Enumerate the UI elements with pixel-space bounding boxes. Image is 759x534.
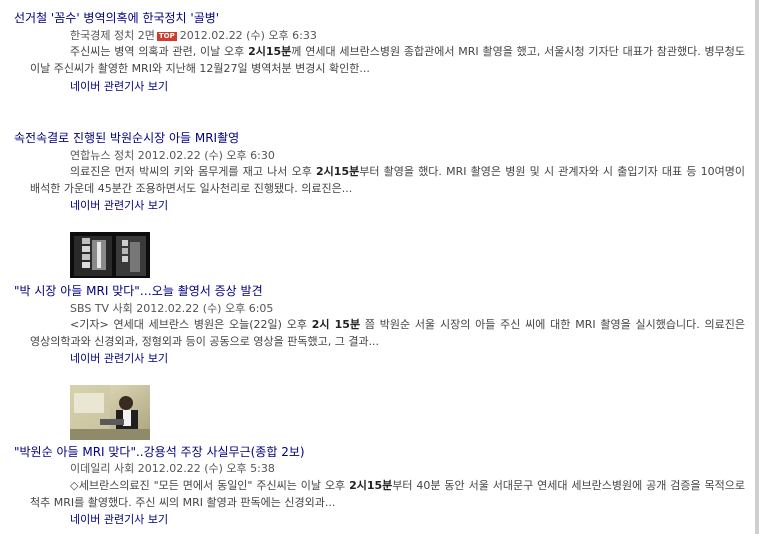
article-snippet: ◇세브란스의료진 "모든 면에서 동일인" 주신씨는 이날 오후 2시15분부터…	[30, 477, 745, 511]
article-snippet: 의료진은 먼저 박씨의 키와 몸무게를 재고 나서 오후 2시15분부터 촬영을…	[30, 163, 745, 197]
article-source: 한국경제 정치 2면	[70, 29, 155, 42]
press-conference-thumbnail-image[interactable]	[70, 385, 150, 440]
mri-thumbnail-image[interactable]	[70, 232, 150, 278]
article-meta: 한국경제 정치 2면 TOP 2012.02.22 (수) 오후 6:33	[70, 29, 317, 43]
article-title-link[interactable]: 속전속결로 진행된 박원순시장 아들 MRI촬영	[14, 130, 239, 146]
snippet-highlight: 2시15분	[248, 45, 292, 58]
article-meta: 연합뉴스 정치 2012.02.22 (수) 오후 6:30	[70, 149, 275, 163]
article-source: 이데일리 사회	[70, 462, 135, 475]
mri-scan-icon	[70, 232, 150, 278]
article-date: 2012.02.22 (수) 오후 6:05	[136, 302, 274, 315]
snippet-text: 의료진은 먼저 박씨의 키와 몸무게를 재고 나서 오후	[70, 165, 317, 178]
article-meta: 이데일리 사회 2012.02.22 (수) 오후 5:38	[70, 462, 275, 476]
article-meta: SBS TV 사회 2012.02.22 (수) 오후 6:05	[70, 302, 273, 316]
top-badge-icon: TOP	[156, 32, 177, 41]
snippet-text: ◇세브란스의료진 "모든 면에서 동일인" 주신씨는 이날 오후	[70, 479, 350, 492]
related-articles-link[interactable]: 네이버 관련기사 보기	[70, 199, 168, 213]
snippet-text: 주신씨는 병역 의혹과 관련, 이날 오후	[70, 45, 249, 58]
article-date: 2012.02.22 (수) 오후 6:33	[179, 29, 317, 42]
article-title-link[interactable]: "박원순 아들 MRI 맞다"..강용석 주장 사실무근(종합 2보)	[14, 444, 305, 460]
snippet-highlight: 2시15분	[316, 165, 360, 178]
right-frame-border	[755, 0, 759, 534]
related-articles-link[interactable]: 네이버 관련기사 보기	[70, 352, 168, 366]
article-date: 2012.02.22 (수) 오후 6:30	[137, 149, 275, 162]
article-source: 연합뉴스 정치	[70, 149, 135, 162]
snippet-highlight: 2시 15분	[311, 318, 361, 331]
article-source: SBS TV 사회	[70, 302, 133, 315]
person-speaking-icon	[70, 385, 150, 440]
article-title-link[interactable]: 선거철 '꼼수' 병역의혹에 한국정치 '골병'	[14, 10, 219, 26]
snippet-highlight: 2시15분	[349, 479, 393, 492]
article-snippet: <기자> 연세대 세브란스 병원은 오늘(22일) 오후 2시 15분 쯤 박원…	[30, 316, 745, 350]
related-articles-link[interactable]: 네이버 관련기사 보기	[70, 80, 168, 94]
article-date: 2012.02.22 (수) 오후 5:38	[137, 462, 275, 475]
article-title-link[interactable]: "박 시장 아들 MRI 맞다"…오늘 촬영서 증상 발견	[14, 283, 263, 299]
article-snippet: 주신씨는 병역 의혹과 관련, 이날 오후 2시15분께 연세대 세브란스병원 …	[30, 43, 745, 77]
snippet-text: <기자> 연세대 세브란스 병원은 오늘(22일) 오후	[70, 318, 312, 331]
related-articles-link[interactable]: 네이버 관련기사 보기	[70, 513, 168, 527]
